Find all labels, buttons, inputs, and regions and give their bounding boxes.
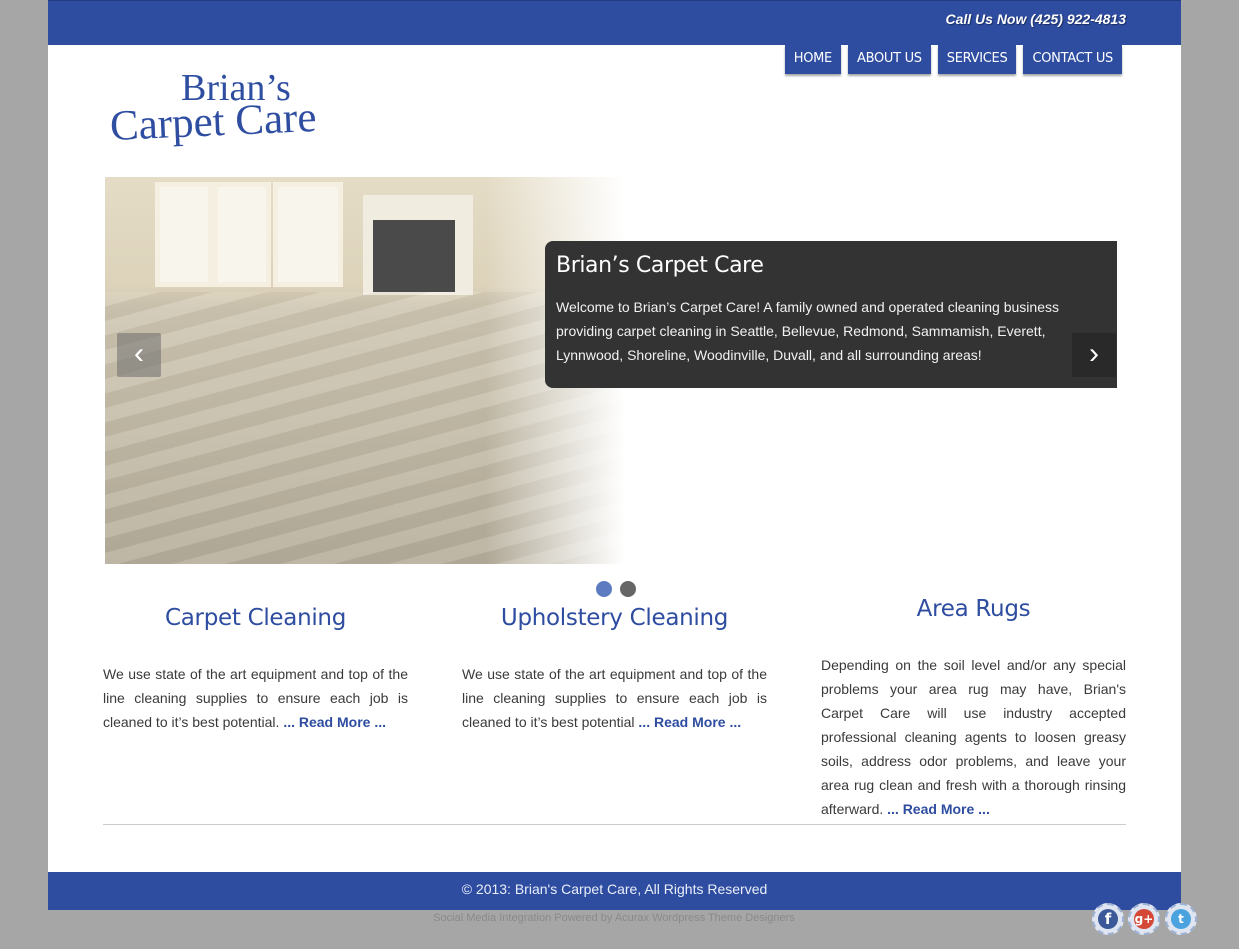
service-area-rugs: Area Rugs Depending on the soil level an… <box>821 596 1126 821</box>
footer: © 2013: Brian's Carpet Care, All Rights … <box>48 872 1181 910</box>
top-bar: Call Us Now (425) 922-4813 <box>48 0 1181 45</box>
facebook-icon: f <box>1098 909 1118 929</box>
slider-dot-1[interactable] <box>596 581 612 597</box>
google-plus-button[interactable]: g+ <box>1128 903 1160 935</box>
service-carpet-cleaning: Carpet Cleaning We use state of the art … <box>103 605 408 734</box>
service-upholstery-cleaning: Upholstery Cleaning We use state of the … <box>462 605 767 734</box>
read-more-link[interactable]: ... Read More ... <box>887 801 990 817</box>
slider-next-button[interactable]: › <box>1072 333 1116 377</box>
service-text: We use state of the art equipment and to… <box>462 666 767 730</box>
slider-pagination <box>596 581 636 597</box>
twitter-icon: t <box>1171 909 1191 929</box>
copyright-text: © 2013: Brian's Carpet Care, All Rights … <box>461 881 768 897</box>
service-title: Upholstery Cleaning <box>500 605 729 631</box>
chevron-left-icon: ‹ <box>134 337 144 370</box>
slider-prev-button[interactable]: ‹ <box>117 333 161 377</box>
main-nav: HOME ABOUT US SERVICES CONTACT US <box>784 45 1122 74</box>
service-title: Area Rugs <box>916 596 1031 622</box>
google-plus-icon: g+ <box>1134 909 1154 929</box>
service-text: Depending on the soil level and/or any s… <box>821 657 1126 817</box>
twitter-button[interactable]: t <box>1165 903 1197 935</box>
credit-link[interactable]: Social Media Integration Powered by Acur… <box>0 912 1228 924</box>
hero-slider: Brian’s Carpet Care Welcome to Brian’s C… <box>105 177 1117 564</box>
slide-text: Welcome to Brian’s Carpet Care! A family… <box>556 299 1059 363</box>
chevron-right-icon: › <box>1089 337 1099 370</box>
service-text: We use state of the art equipment and to… <box>103 666 408 730</box>
slide-caption: Brian’s Carpet Care Welcome to Brian’s C… <box>545 241 1117 388</box>
read-more-link[interactable]: ... Read More ... <box>283 714 386 730</box>
service-title: Carpet Cleaning <box>164 605 347 631</box>
facebook-button[interactable]: f <box>1092 903 1124 935</box>
page: Call Us Now (425) 922-4813 HOME ABOUT US… <box>48 0 1181 910</box>
nav-services[interactable]: SERVICES <box>937 45 1017 74</box>
read-more-link[interactable]: ... Read More ... <box>638 714 741 730</box>
divider <box>103 824 1126 825</box>
logo-line-2: Carpet Care <box>108 94 318 150</box>
nav-about-us[interactable]: ABOUT US <box>847 45 931 74</box>
slide-title: Brian’s Carpet Care <box>556 253 764 278</box>
site-logo[interactable]: Brian’s Carpet Care <box>108 66 428 156</box>
call-us-text: Call Us Now (425) 922-4813 <box>945 11 1126 27</box>
nav-home[interactable]: HOME <box>784 45 841 74</box>
nav-contact-us[interactable]: CONTACT US <box>1023 45 1122 74</box>
slider-dot-2[interactable] <box>620 581 636 597</box>
